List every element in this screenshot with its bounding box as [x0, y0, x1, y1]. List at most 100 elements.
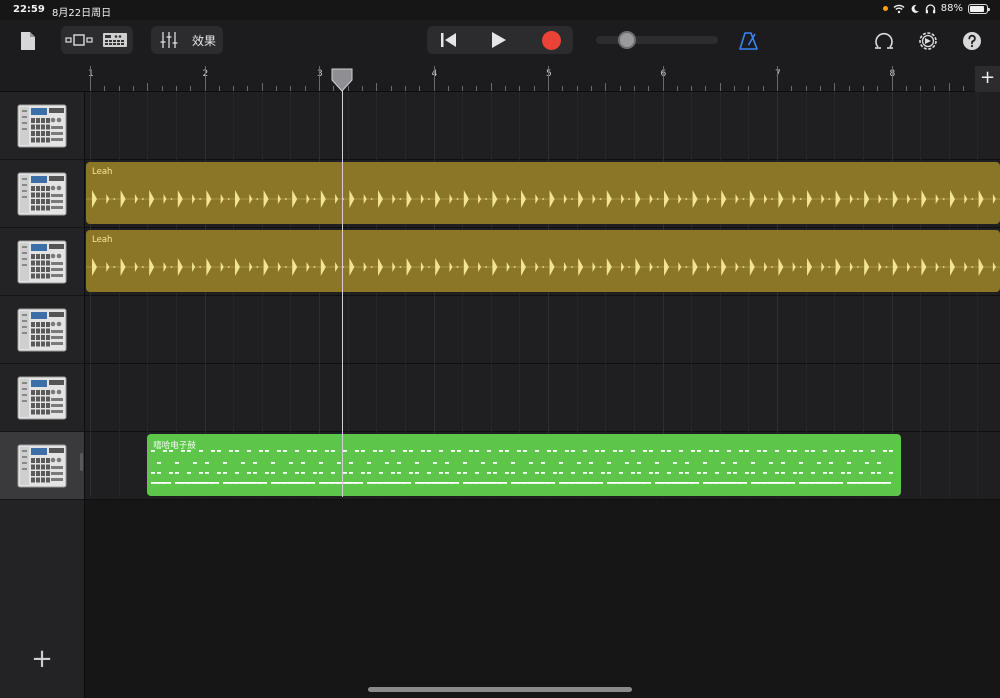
metronome-button[interactable]	[735, 28, 763, 54]
region-label: Leah	[92, 235, 113, 245]
status-bar: 22:59 8月22日周日 88%	[0, 0, 1000, 20]
drum-machine-small-icon	[103, 33, 127, 47]
track-header-2[interactable]	[0, 160, 84, 228]
ruler-tick	[963, 86, 965, 91]
audio-waveform	[86, 258, 1000, 276]
mixer-sliders-icon	[160, 32, 178, 48]
ruler-tick	[104, 86, 106, 91]
ruler-tick	[247, 86, 249, 91]
playhead-handle[interactable]	[331, 68, 353, 92]
track-header-5[interactable]	[0, 364, 84, 432]
ruler-tick	[648, 86, 650, 91]
ruler-tick	[633, 86, 635, 91]
record-button[interactable]	[533, 28, 569, 52]
header-resize-handle[interactable]	[80, 453, 83, 471]
instrument-view-button[interactable]	[99, 28, 131, 52]
ruler-tick	[462, 86, 464, 91]
audio-region[interactable]: Leah	[86, 162, 1000, 224]
loop-browser-button[interactable]	[870, 28, 898, 54]
browser-button[interactable]	[18, 29, 38, 53]
ruler-tick	[762, 86, 764, 91]
help-button[interactable]	[958, 28, 986, 54]
master-volume-slider[interactable]	[596, 31, 718, 49]
timeline-ruler[interactable]: 12345678	[85, 66, 975, 92]
drum-machine-icon	[17, 104, 67, 147]
ruler-tick	[734, 86, 736, 91]
track-header-3[interactable]	[0, 228, 84, 296]
ruler-tick	[132, 86, 134, 91]
status-time: 22:59	[13, 4, 45, 15]
midi-region[interactable]: 嘻哈电子鼓	[147, 434, 901, 496]
ruler-tick	[319, 66, 320, 91]
drum-machine-icon	[17, 444, 67, 487]
moon-icon	[911, 4, 919, 13]
volume-knob[interactable]	[617, 31, 636, 49]
ruler-tick	[204, 66, 206, 91]
drum-machine-icon	[17, 240, 67, 283]
ruler-tick	[404, 86, 406, 91]
go-to-beginning-icon	[441, 33, 456, 47]
ruler-tick	[433, 66, 435, 91]
grid-line	[948, 92, 950, 497]
ruler-tick	[190, 86, 192, 91]
status-date: 8月22日周日	[52, 8, 112, 19]
ruler-tick	[920, 86, 922, 91]
ruler-tick	[233, 86, 235, 91]
home-indicator	[368, 687, 632, 692]
battery-percent: 88%	[940, 3, 963, 14]
volume-track	[596, 36, 718, 44]
tracks-view-button[interactable]	[63, 28, 95, 52]
song-settings-button[interactable]	[914, 28, 942, 54]
record-icon	[541, 30, 561, 50]
ruler-tick	[376, 83, 378, 91]
ruler-tick	[934, 86, 936, 91]
audio-waveform	[86, 190, 1000, 208]
settings-gear-icon	[919, 32, 937, 50]
ruler-tick	[777, 66, 778, 91]
ruler-tick	[748, 86, 750, 91]
play-button[interactable]	[481, 28, 517, 52]
drum-machine-icon	[17, 172, 67, 215]
track-header-1[interactable]	[0, 92, 84, 160]
track-header-6[interactable]	[0, 432, 84, 500]
ruler-tick	[562, 86, 564, 91]
ruler-tick	[261, 83, 263, 91]
ruler-tick	[490, 83, 492, 91]
audio-region[interactable]: Leah	[86, 230, 1000, 292]
effects-button[interactable]: 效果	[187, 28, 221, 52]
ruler-tick	[533, 86, 535, 91]
ruler-tick	[519, 86, 521, 91]
ruler-tick	[805, 86, 807, 91]
grid-line	[118, 92, 120, 497]
battery-icon	[968, 3, 990, 14]
ruler-tick	[161, 86, 163, 91]
document-icon	[21, 32, 35, 50]
add-track-button[interactable]: +	[30, 646, 54, 672]
headphones-icon	[925, 3, 935, 13]
mixer-button[interactable]	[155, 28, 183, 52]
play-icon	[492, 32, 506, 48]
ruler-tick	[590, 86, 592, 91]
ruler-tick	[218, 86, 220, 91]
ruler-tick	[791, 86, 793, 91]
ruler-tick	[819, 86, 821, 91]
ruler-tick	[505, 86, 507, 91]
ruler-tick	[90, 66, 91, 91]
ruler-tick	[619, 86, 621, 91]
add-section-button[interactable]: +	[975, 66, 1000, 92]
ruler-tick	[691, 86, 693, 91]
playhead-line	[342, 86, 343, 497]
region-label: Leah	[92, 167, 113, 177]
wifi-icon	[893, 4, 905, 13]
tracks-area[interactable]: Leah Leah 嘻哈电子鼓	[85, 92, 1000, 698]
grid-line	[977, 92, 979, 497]
track-header-4[interactable]	[0, 296, 84, 364]
metronome-icon	[739, 32, 758, 50]
help-icon	[963, 32, 981, 50]
ruler-tick	[304, 86, 306, 91]
ruler-tick	[662, 66, 664, 91]
ruler-corner	[0, 66, 85, 92]
go-to-beginning-button[interactable]	[431, 28, 467, 52]
view-controls-group	[61, 26, 133, 54]
mixer-effects-group: 效果	[151, 26, 223, 54]
